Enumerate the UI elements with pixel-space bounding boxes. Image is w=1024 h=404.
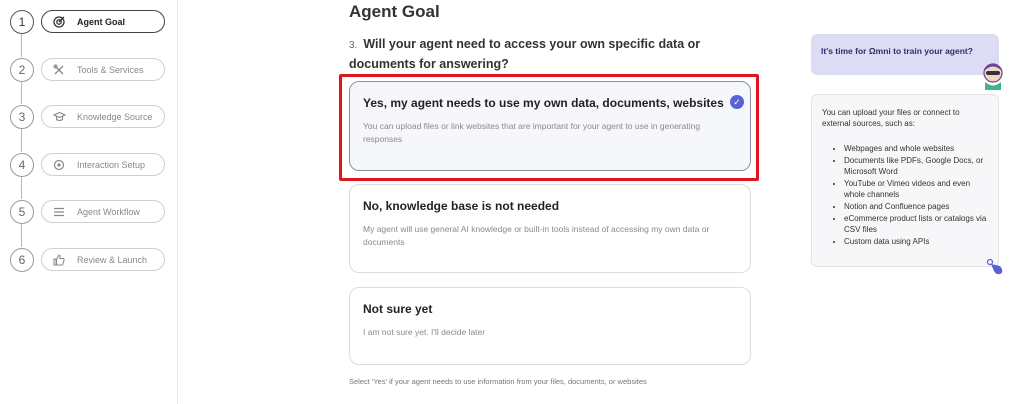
question-label: Will your agent need to access your own …: [349, 37, 701, 71]
list-item: YouTube or Vimeo videos and even whole c…: [844, 178, 988, 200]
option-title: No, knowledge base is not needed: [363, 199, 560, 213]
step-agent-goal[interactable]: 1 Agent Goal: [10, 10, 170, 34]
step-label: Knowledge Source: [77, 111, 153, 122]
step-label: Tools & Services: [77, 64, 144, 75]
step-number: 1: [10, 10, 34, 34]
step-connector: [21, 224, 22, 247]
step-connector: [21, 129, 22, 152]
list-item: Webpages and whole websites: [844, 143, 988, 154]
info-intro: You can upload your files or connect to …: [822, 108, 960, 128]
assistant-speech-bubble: It's time for Ωmni to train your agent?: [811, 34, 999, 75]
graduation-cap-icon: [52, 110, 66, 124]
step-number: 5: [10, 200, 34, 224]
step-pill[interactable]: Agent Goal: [41, 10, 165, 33]
step-pill[interactable]: Review & Launch: [41, 248, 165, 271]
page-title: Agent Goal: [349, 2, 440, 21]
option-title: Yes, my agent needs to use my own data, …: [363, 96, 724, 110]
step-number: 3: [10, 105, 34, 129]
option-not-sure[interactable]: Not sure yet I am not sure yet. I'll dec…: [349, 287, 751, 365]
step-tools-services[interactable]: 2 Tools & Services: [10, 58, 170, 82]
gear-icon: [52, 158, 66, 172]
tools-icon: [52, 63, 66, 77]
option-description: I am not sure yet. I'll decide later: [363, 327, 486, 337]
info-panel: You can upload your files or connect to …: [811, 94, 999, 267]
step-review-launch[interactable]: 6 Review & Launch: [10, 248, 170, 272]
option-no[interactable]: No, knowledge base is not needed My agen…: [349, 184, 751, 273]
step-label: Interaction Setup: [77, 159, 146, 170]
pointer-hand-icon: [986, 258, 1004, 276]
option-description: My agent will use general AI knowledge o…: [363, 224, 710, 247]
step-connector: [21, 176, 22, 199]
list-item: Custom data using APIs: [844, 236, 988, 247]
step-pill[interactable]: Tools & Services: [41, 58, 165, 81]
step-label: Agent Workflow: [77, 206, 140, 217]
stepper-sidebar: 1 Agent Goal 2 Tools & Services 3 Knowle…: [0, 0, 178, 404]
list-icon: [52, 205, 66, 219]
option-yes[interactable]: Yes, my agent needs to use my own data, …: [349, 81, 751, 171]
step-label: Agent Goal: [77, 16, 126, 27]
step-label: Review & Launch: [77, 254, 148, 265]
step-connector: [21, 34, 22, 57]
list-item: Documents like PDFs, Google Docs, or Mic…: [844, 155, 988, 177]
step-number: 2: [10, 58, 34, 82]
question-number: 3.: [349, 40, 358, 51]
question-text: 3. Will your agent need to access your ow…: [349, 35, 769, 73]
step-agent-workflow[interactable]: 5 Agent Workflow: [10, 200, 170, 224]
step-pill[interactable]: Agent Workflow: [41, 200, 165, 223]
option-description: You can upload files or link websites th…: [363, 121, 701, 144]
step-connector: [21, 81, 22, 104]
target-icon: [52, 15, 66, 29]
step-pill[interactable]: Interaction Setup: [41, 153, 165, 176]
option-title: Not sure yet: [363, 302, 433, 316]
step-interaction-setup[interactable]: 4 Interaction Setup: [10, 153, 170, 177]
list-item: Notion and Confluence pages: [844, 201, 988, 212]
assistant-avatar-icon: [980, 62, 1006, 90]
checkmark-icon: ✓: [730, 95, 744, 109]
step-number: 6: [10, 248, 34, 272]
source-list: Webpages and whole websites Documents li…: [822, 143, 988, 247]
thumbs-up-icon: [52, 253, 66, 267]
step-number: 4: [10, 153, 34, 177]
helper-footnote: Select 'Yes' if your agent needs to use …: [349, 377, 647, 386]
list-item: eCommerce product lists or catalogs via …: [844, 213, 988, 235]
step-knowledge-source[interactable]: 3 Knowledge Source: [10, 105, 170, 129]
step-pill[interactable]: Knowledge Source: [41, 105, 165, 128]
